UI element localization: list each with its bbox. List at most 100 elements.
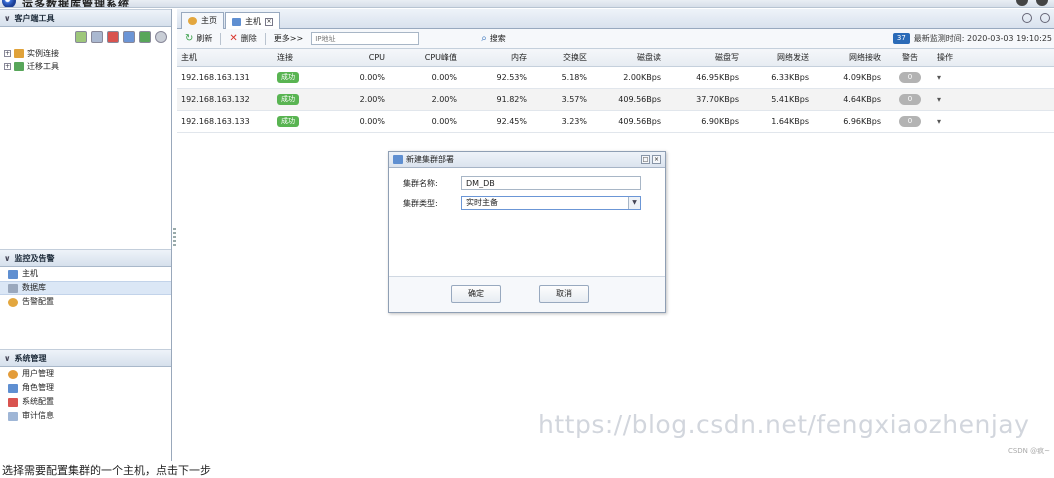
cell-cpu: 2.00% bbox=[321, 88, 391, 111]
watermark-url: https://blog.csdn.net/fengxiaozhenjay bbox=[538, 410, 1030, 439]
cell-action: ▾ bbox=[933, 88, 1054, 111]
col-cpu-peak[interactable]: CPU峰值 bbox=[391, 49, 463, 67]
settings-icon[interactable] bbox=[155, 31, 167, 43]
migrate-icon bbox=[14, 62, 24, 71]
cell-warning: 0 bbox=[887, 110, 933, 133]
migrate-icon[interactable] bbox=[139, 31, 151, 43]
database-icon[interactable] bbox=[123, 31, 135, 43]
close-icon[interactable]: × bbox=[652, 155, 661, 164]
monitor-status: 37 最新监测时间: 2020-03-03 19:10:25 bbox=[892, 33, 1052, 44]
cell-net-send: 1.64KBps bbox=[745, 110, 815, 133]
col-warning[interactable]: 警告 bbox=[887, 49, 933, 67]
cancel-button[interactable]: 取消 bbox=[539, 285, 589, 303]
more-label: 更多>> bbox=[273, 34, 304, 43]
panel-client-tools[interactable]: ∨ 客户端工具 bbox=[0, 9, 171, 27]
col-action[interactable]: 操作 bbox=[933, 49, 1054, 67]
dialog-footer: 确定 取消 bbox=[389, 276, 665, 312]
tab-host[interactable]: 主机 × bbox=[225, 12, 280, 30]
col-net-recv[interactable]: 网络接收 bbox=[815, 49, 887, 67]
chevron-down-icon[interactable]: ▾ bbox=[937, 95, 941, 104]
col-swap[interactable]: 交换区 bbox=[533, 49, 593, 67]
cell-memory: 91.82% bbox=[463, 88, 533, 111]
edit-icon[interactable] bbox=[91, 31, 103, 43]
tree-item-migration-tool[interactable]: + 迁移工具 bbox=[0, 60, 171, 73]
refresh-button[interactable]: ↻ 刷新 bbox=[185, 33, 212, 44]
nav-item-database[interactable]: 数据库 bbox=[0, 281, 171, 295]
nav-item-system-config[interactable]: 系统配置 bbox=[0, 395, 171, 409]
host-icon bbox=[8, 269, 18, 279]
tree-item-label: 实例连接 bbox=[27, 49, 59, 58]
delete-button[interactable]: ✕ 删除 bbox=[229, 33, 256, 44]
warning-count-badge[interactable]: 0 bbox=[899, 115, 921, 127]
host-icon bbox=[232, 17, 241, 26]
panel-system-management[interactable]: ∨ 系统管理 bbox=[0, 349, 171, 367]
delete-icon: ✕ bbox=[229, 33, 238, 44]
panel-monitor-alarm[interactable]: ∨ 监控及告警 bbox=[0, 249, 171, 267]
chevron-down-icon[interactable]: ▾ bbox=[937, 73, 941, 82]
close-icon[interactable]: × bbox=[265, 17, 273, 26]
table-row[interactable]: 192.168.163.131 成功 0.00% 0.00% 92.53% 5.… bbox=[177, 66, 1054, 89]
warning-count-badge[interactable]: 0 bbox=[899, 93, 921, 105]
app-title-bar: 运多数据库管理系统 bbox=[0, 0, 1054, 8]
col-cpu[interactable]: CPU bbox=[321, 49, 391, 67]
nav-item-audit-info[interactable]: 审计信息 bbox=[0, 409, 171, 423]
cluster-name-row: 集群名称: bbox=[403, 176, 641, 190]
col-host[interactable]: 主机 bbox=[177, 49, 273, 67]
nav-item-label: 告警配置 bbox=[22, 297, 54, 306]
nav-item-role-management[interactable]: 角色管理 bbox=[0, 381, 171, 395]
table-row[interactable]: 192.168.163.133 成功 0.00% 0.00% 92.45% 3.… bbox=[177, 110, 1054, 133]
dialog-header[interactable]: 新建集群部署 □ × bbox=[389, 152, 665, 168]
table-header: 主机 连接 CPU CPU峰值 内存 交换区 磁盘读 磁盘写 网络发送 网络接收… bbox=[177, 49, 1054, 67]
col-disk-read[interactable]: 磁盘读 bbox=[593, 49, 667, 67]
collapse-icon[interactable]: ∨ bbox=[4, 250, 11, 267]
col-memory[interactable]: 内存 bbox=[463, 49, 533, 67]
col-net-send[interactable]: 网络发送 bbox=[745, 49, 815, 67]
cell-host: 192.168.163.133 bbox=[177, 110, 273, 133]
tab-home[interactable]: 主页 bbox=[181, 12, 224, 29]
search-button[interactable]: ⌕ 搜索 bbox=[481, 33, 506, 44]
nav-item-host[interactable]: 主机 bbox=[0, 267, 171, 281]
ok-button[interactable]: 确定 bbox=[451, 285, 501, 303]
col-disk-write[interactable]: 磁盘写 bbox=[667, 49, 745, 67]
chevron-down-icon[interactable]: ▾ bbox=[937, 117, 941, 126]
cell-net-send: 6.33KBps bbox=[745, 66, 815, 89]
delete-icon[interactable] bbox=[107, 31, 119, 43]
cell-disk-write: 46.95KBps bbox=[667, 66, 745, 89]
nav-item-alarm-config[interactable]: 告警配置 bbox=[0, 295, 171, 309]
connection-status-badge: 成功 bbox=[277, 93, 299, 105]
expand-icon[interactable]: + bbox=[4, 63, 11, 70]
cell-net-recv: 6.96KBps bbox=[815, 110, 887, 133]
chevron-down-icon[interactable]: ▼ bbox=[628, 197, 640, 209]
home-icon[interactable] bbox=[1022, 13, 1032, 23]
maximize-icon[interactable]: □ bbox=[641, 155, 650, 164]
panel-title: 系统管理 bbox=[14, 354, 47, 363]
cell-net-recv: 4.09KBps bbox=[815, 66, 887, 89]
cell-warning: 0 bbox=[887, 88, 933, 111]
col-connection[interactable]: 连接 bbox=[273, 49, 321, 67]
new-connection-icon[interactable] bbox=[75, 31, 87, 43]
cluster-type-select[interactable]: 实时主备 ▼ bbox=[461, 196, 641, 210]
connection-icon bbox=[14, 49, 24, 58]
table-row[interactable]: 192.168.163.132 成功 2.00% 2.00% 91.82% 3.… bbox=[177, 88, 1054, 111]
user-icon[interactable] bbox=[1036, 0, 1048, 6]
tree-item-instance-connect[interactable]: + 实例连接 bbox=[0, 47, 171, 60]
ip-search-input[interactable] bbox=[311, 32, 420, 45]
sidebar-splitter[interactable] bbox=[173, 228, 176, 246]
cluster-type-row: 集群类型: 实时主备 ▼ bbox=[403, 196, 641, 210]
host-count-badge: 37 bbox=[892, 33, 910, 44]
nav-item-user-management[interactable]: 用户管理 bbox=[0, 367, 171, 381]
collapse-icon[interactable]: ∨ bbox=[4, 10, 11, 27]
nav-item-label: 数据库 bbox=[22, 283, 46, 292]
cluster-name-input[interactable] bbox=[461, 176, 641, 190]
expand-icon[interactable]: + bbox=[4, 50, 11, 57]
cell-connection: 成功 bbox=[273, 110, 321, 133]
collapse-icon[interactable]: ∨ bbox=[4, 350, 11, 367]
warning-count-badge[interactable]: 0 bbox=[899, 71, 921, 83]
more-button[interactable]: 更多>> bbox=[274, 33, 303, 44]
cell-cpu-peak: 2.00% bbox=[391, 88, 463, 111]
help-icon[interactable] bbox=[1016, 0, 1028, 6]
connection-status-badge: 成功 bbox=[277, 115, 299, 127]
home-icon bbox=[188, 17, 197, 25]
refresh-tab-icon[interactable] bbox=[1040, 13, 1050, 23]
cell-host: 192.168.163.131 bbox=[177, 66, 273, 89]
